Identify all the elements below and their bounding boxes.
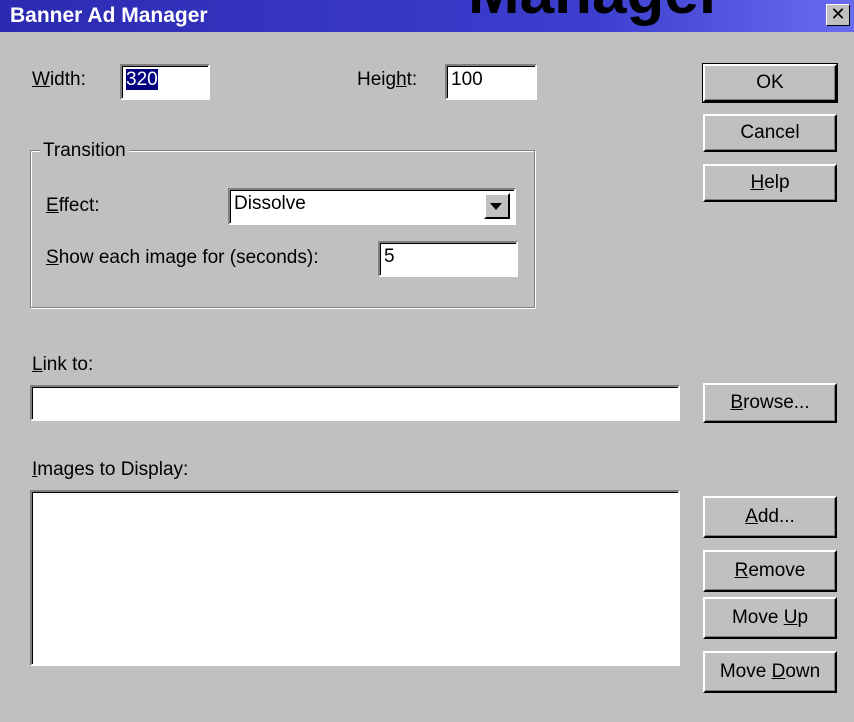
chevron-down-icon[interactable] bbox=[484, 193, 510, 219]
effect-label: Effect: bbox=[46, 195, 100, 216]
show-duration-label: Show each image for (seconds): bbox=[46, 247, 319, 268]
browse-button[interactable]: Browse... bbox=[703, 383, 837, 423]
cancel-button[interactable]: Cancel bbox=[703, 114, 837, 152]
effect-value: Dissolve bbox=[234, 193, 306, 214]
move-up-button[interactable]: Move Up bbox=[703, 597, 837, 639]
transition-group bbox=[30, 150, 535, 308]
images-label: Images to Display: bbox=[32, 459, 189, 480]
show-duration-value: 5 bbox=[384, 246, 395, 267]
images-list[interactable] bbox=[30, 490, 680, 666]
height-label: Height: bbox=[357, 69, 418, 90]
remove-button[interactable]: Remove bbox=[703, 550, 837, 592]
transition-legend: Transition bbox=[40, 140, 129, 162]
height-value: 100 bbox=[451, 69, 483, 90]
add-button[interactable]: Add... bbox=[703, 496, 837, 538]
show-duration-input[interactable]: 5 bbox=[378, 241, 518, 277]
link-label: Link to: bbox=[32, 354, 94, 375]
width-label: Width: bbox=[32, 69, 86, 90]
link-input[interactable] bbox=[30, 385, 680, 421]
ok-button[interactable]: OK bbox=[702, 63, 838, 103]
close-icon[interactable]: ✕ bbox=[826, 4, 850, 26]
move-down-button[interactable]: Move Down bbox=[703, 651, 837, 693]
help-button[interactable]: Help bbox=[703, 164, 837, 202]
width-value: 320 bbox=[126, 69, 158, 90]
width-input[interactable]: 320 bbox=[120, 64, 210, 100]
title-bar: Manager Banner Ad Manager ✕ bbox=[0, 0, 854, 32]
background-window-title: Manager bbox=[468, 0, 723, 24]
height-input[interactable]: 100 bbox=[445, 64, 537, 100]
effect-select[interactable]: Dissolve bbox=[228, 188, 516, 225]
window-title: Banner Ad Manager bbox=[10, 4, 208, 27]
